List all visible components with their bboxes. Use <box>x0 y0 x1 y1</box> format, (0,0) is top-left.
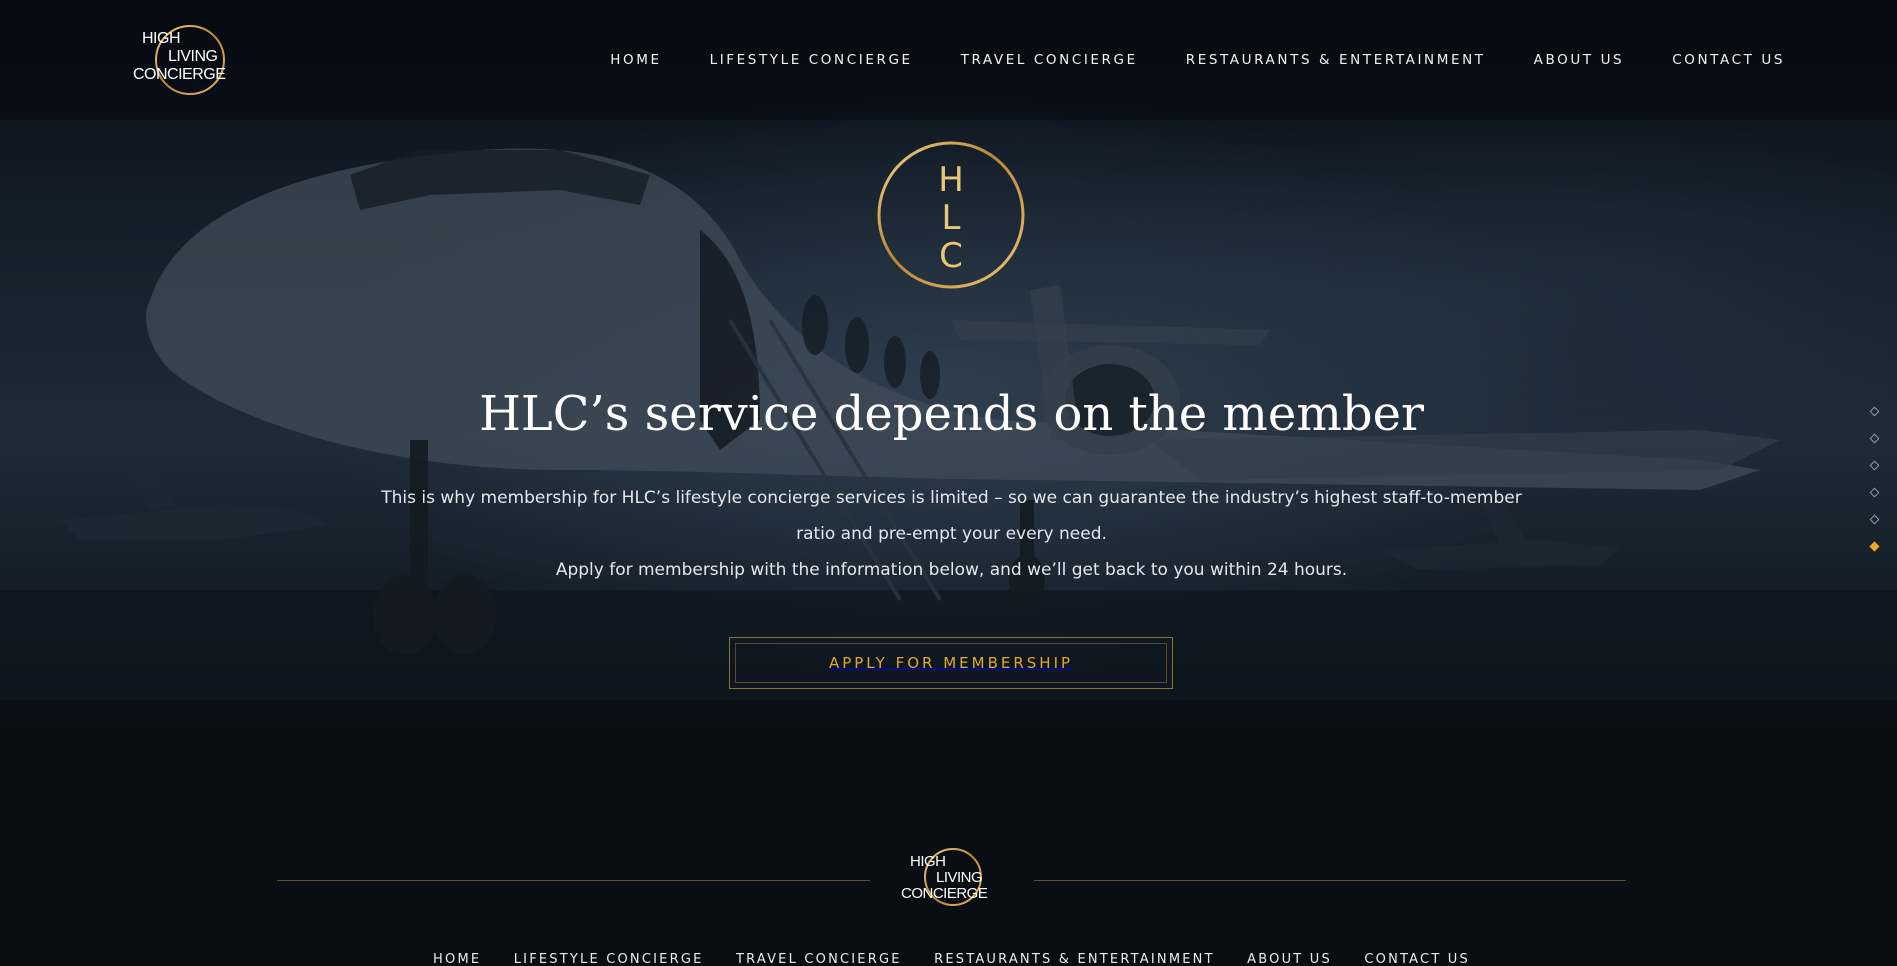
nav-contact-us[interactable]: CONTACT US <box>1672 52 1785 68</box>
emblem-letter-l: L <box>942 198 961 238</box>
apply-for-membership-button[interactable]: APPLY FOR MEMBERSHIP <box>729 637 1173 689</box>
footer-nav-restaurants-entertainment[interactable]: RESTAURANTS & ENTERTAINMENT <box>934 952 1215 966</box>
footer-logo-line-2: LIVING <box>936 869 983 886</box>
hero-headline: HLC’s service depends on the member <box>479 386 1424 442</box>
main-nav: HOME LIFESTYLE CONCIERGE TRAVEL CONCIERG… <box>562 52 1785 68</box>
pager-dot-4[interactable] <box>1869 487 1880 498</box>
nav-lifestyle-concierge[interactable]: LIFESTYLE CONCIERGE <box>710 52 913 68</box>
logo-line-2: LIVING <box>168 48 218 65</box>
logo-wordmark: HIGH LIVING CONCIERGE <box>130 30 250 84</box>
hero-description: This is why membership for HLC’s lifesty… <box>380 480 1523 588</box>
hero-paragraph-1: This is why membership for HLC’s lifesty… <box>381 488 1522 544</box>
pager-dot-3[interactable] <box>1869 460 1880 471</box>
logo-line-1: HIGH <box>142 30 181 47</box>
emblem-letter-h: H <box>938 160 964 200</box>
footer-nav: HOME LIFESTYLE CONCIERGE TRAVEL CONCIERG… <box>0 950 1897 966</box>
hlc-monogram-icon: H L C <box>877 141 1025 289</box>
pager-dot-1[interactable] <box>1869 406 1880 417</box>
hlc-emblem: H L C <box>876 140 1026 290</box>
pager-dot-5[interactable] <box>1869 514 1880 525</box>
section-pager <box>1869 406 1883 570</box>
pager-dot-6[interactable] <box>1869 541 1880 552</box>
footer-nav-home[interactable]: HOME <box>433 952 481 966</box>
nav-restaurants-entertainment[interactable]: RESTAURANTS & ENTERTAINMENT <box>1186 52 1486 68</box>
footer-nav-travel-concierge[interactable]: TRAVEL CONCIERGE <box>736 952 902 966</box>
footer-logo-line-1: HIGH <box>910 853 946 870</box>
footer-nav-about-us[interactable]: ABOUT US <box>1247 952 1332 966</box>
nav-travel-concierge[interactable]: TRAVEL CONCIERGE <box>961 52 1138 68</box>
apply-button-label: APPLY FOR MEMBERSHIP <box>828 654 1074 672</box>
footer-logo[interactable]: HIGH LIVING CONCIERGE <box>898 846 1008 908</box>
pager-dot-2[interactable] <box>1869 433 1880 444</box>
nav-about-us[interactable]: ABOUT US <box>1534 52 1625 68</box>
footer-nav-contact-us[interactable]: CONTACT US <box>1364 952 1470 966</box>
nav-home[interactable]: HOME <box>610 52 661 68</box>
footer-divider-left <box>277 880 870 881</box>
hero-paragraph-2: Apply for membership with the informatio… <box>555 560 1348 580</box>
footer-nav-lifestyle-concierge[interactable]: LIFESTYLE CONCIERGE <box>514 952 704 966</box>
footer-divider-right <box>1034 880 1626 881</box>
footer-logo-wordmark: HIGH LIVING CONCIERGE <box>898 854 1018 902</box>
brand-logo[interactable]: HIGH LIVING CONCIERGE <box>130 22 250 98</box>
footer-logo-line-3: CONCIERGE <box>901 885 988 902</box>
logo-line-3: CONCIERGE <box>133 66 226 83</box>
emblem-letter-c: C <box>939 236 963 276</box>
